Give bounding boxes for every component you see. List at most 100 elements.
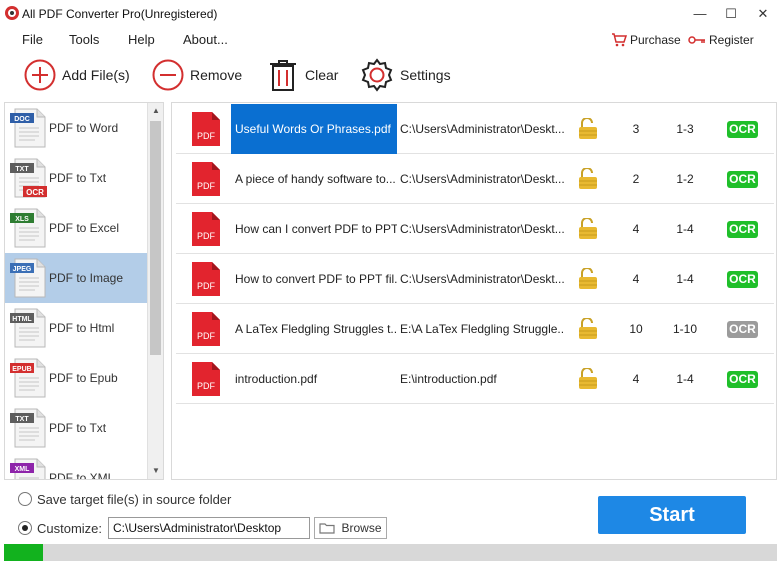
file-type-icon: TXT OCR	[10, 158, 47, 198]
file-path: C:\Users\Administrator\Deskt...	[400, 122, 565, 136]
sidebar-item-label: PDF to Excel	[49, 221, 120, 235]
file-type-icon: HTML	[10, 308, 46, 348]
file-type-icon: DOC	[10, 108, 46, 148]
source-folder-radio[interactable]	[18, 492, 32, 506]
ocr-toggle[interactable]: OCR	[727, 271, 758, 288]
file-name[interactable]: How can I convert PDF to PPT...	[231, 204, 397, 254]
close-button[interactable]: ✕	[748, 4, 778, 24]
conversion-type-list: DOC PDF to Word TXT OCR PDF to Txt XLS P…	[4, 102, 164, 480]
ocr-toggle[interactable]: OCR	[727, 321, 758, 338]
customize-radio[interactable]	[18, 521, 32, 535]
menu-bar: File Tools Help About... Purchase Regist…	[0, 28, 781, 52]
ocr-toggle[interactable]: OCR	[727, 121, 758, 138]
sidebar-item-pdf-to-word[interactable]: DOC PDF to Word	[5, 103, 147, 153]
ocr-toggle[interactable]: OCR	[727, 221, 758, 238]
pdf-file-icon: PDF	[192, 162, 220, 196]
file-type-icon: XML	[10, 458, 46, 479]
file-row[interactable]: PDF How to convert PDF to PPT fil... C:\…	[176, 254, 774, 304]
page-range[interactable]: 1-4	[664, 272, 706, 286]
ocr-toggle[interactable]: OCR	[727, 171, 758, 188]
pdf-file-icon: PDF	[192, 312, 220, 346]
page-range[interactable]: 1-4	[664, 372, 706, 386]
sidebar-item-pdf-to-xml[interactable]: XML PDF to XML	[5, 453, 147, 479]
pdf-file-icon: PDF	[192, 262, 220, 296]
file-name[interactable]: introduction.pdf	[231, 354, 397, 404]
output-path-input[interactable]	[108, 517, 310, 539]
maximize-button[interactable]: ☐	[716, 4, 746, 24]
remove-label: Remove	[190, 67, 243, 83]
file-row[interactable]: PDF Useful Words Or Phrases.pdf C:\Users…	[176, 104, 774, 154]
ocr-toggle[interactable]: OCR	[727, 371, 758, 388]
unlock-icon[interactable]	[578, 218, 598, 240]
pdf-icon-text: PDF	[197, 281, 216, 291]
page-count: 3	[632, 122, 640, 136]
pdf-icon-text: PDF	[197, 381, 216, 391]
file-type-icon: JPEG	[10, 258, 46, 298]
sidebar-item-pdf-to-image[interactable]: JPEG PDF to Image	[5, 253, 147, 303]
settings-button[interactable]: Settings	[360, 58, 451, 92]
ocr-badge-text: OCR	[26, 188, 44, 197]
file-badge-text: TXT	[15, 416, 29, 423]
unlock-icon[interactable]	[578, 268, 598, 290]
unlock-icon[interactable]	[578, 168, 598, 190]
sidebar-item-pdf-to-html[interactable]: HTML PDF to Html	[5, 303, 147, 353]
purchase-label: Purchase	[630, 33, 681, 47]
add-files-label: Add File(s)	[62, 67, 130, 83]
title-bar: All PDF Converter Pro(Unregistered) — ☐ …	[0, 0, 781, 28]
gear-icon	[361, 58, 393, 92]
unlock-icon[interactable]	[578, 118, 598, 140]
page-range[interactable]: 1-4	[664, 222, 706, 236]
cart-icon	[612, 33, 627, 47]
add-files-button[interactable]: Add File(s)	[24, 58, 130, 92]
purchase-link[interactable]: Purchase	[611, 33, 681, 47]
file-name[interactable]: A piece of handy software to...	[231, 154, 397, 204]
sidebar-item-pdf-to-epub[interactable]: EPUB PDF to Epub	[5, 353, 147, 403]
file-badge-text: TXT	[15, 166, 29, 173]
folder-icon	[319, 523, 336, 534]
unlock-icon[interactable]	[578, 318, 598, 340]
sidebar-item-pdf-to-txt[interactable]: TXT OCR PDF to Txt	[5, 153, 147, 203]
sidebar-item-pdf-to-txt[interactable]: TXT PDF to Txt	[5, 403, 147, 453]
scroll-thumb[interactable]	[150, 121, 161, 355]
file-row[interactable]: PDF A piece of handy software to... C:\U…	[176, 154, 774, 204]
page-count: 2	[632, 172, 640, 186]
sidebar-item-label: PDF to Word	[49, 121, 119, 135]
file-name[interactable]: Useful Words Or Phrases.pdf	[231, 104, 397, 154]
page-range[interactable]: 1-3	[664, 122, 706, 136]
file-name[interactable]: How to convert PDF to PPT fil...	[231, 254, 397, 304]
page-count: 4	[632, 222, 640, 236]
menu-help[interactable]: Help	[128, 32, 155, 47]
page-range[interactable]: 1-2	[664, 172, 706, 186]
file-name[interactable]: A LaTex Fledgling Struggles t...	[231, 304, 397, 354]
sidebar-item-pdf-to-excel[interactable]: XLS PDF to Excel	[5, 203, 147, 253]
source-folder-label: Save target file(s) in source folder	[37, 492, 232, 507]
file-badge-text: XLS	[15, 216, 29, 223]
register-link[interactable]: Register	[688, 33, 754, 47]
file-badge-text: XML	[15, 466, 31, 473]
progress-bar	[4, 544, 777, 561]
page-range[interactable]: 1-10	[664, 322, 706, 336]
browse-label: Browse	[341, 521, 382, 535]
key-icon	[688, 36, 705, 44]
minimize-button[interactable]: —	[685, 4, 715, 24]
browse-button[interactable]: Browse	[314, 517, 387, 539]
menu-file[interactable]: File	[22, 32, 43, 47]
file-badge-text: HTML	[12, 316, 32, 323]
file-row[interactable]: PDF A LaTex Fledgling Struggles t... E:\…	[176, 304, 774, 354]
start-button[interactable]: Start	[598, 496, 746, 534]
remove-button[interactable]: Remove	[152, 58, 242, 92]
file-row[interactable]: PDF How can I convert PDF to PPT... C:\U…	[176, 204, 774, 254]
unlock-icon[interactable]	[578, 368, 598, 390]
customize-label: Customize:	[37, 521, 103, 536]
file-path: E:\A LaTex Fledgling Struggle...	[400, 322, 565, 336]
menu-tools[interactable]: Tools	[69, 32, 99, 47]
menu-about[interactable]: About...	[183, 32, 228, 47]
clear-button[interactable]: Clear	[267, 58, 338, 92]
sidebar-scrollbar[interactable]: ▲ ▼	[147, 103, 163, 479]
scroll-up-arrow[interactable]: ▲	[148, 103, 163, 119]
page-count: 10	[629, 322, 643, 336]
file-row[interactable]: PDF introduction.pdf E:\introduction.pdf…	[176, 354, 774, 404]
page-count: 4	[632, 372, 640, 386]
file-path: C:\Users\Administrator\Deskt...	[400, 172, 565, 186]
scroll-down-arrow[interactable]: ▼	[148, 463, 163, 479]
